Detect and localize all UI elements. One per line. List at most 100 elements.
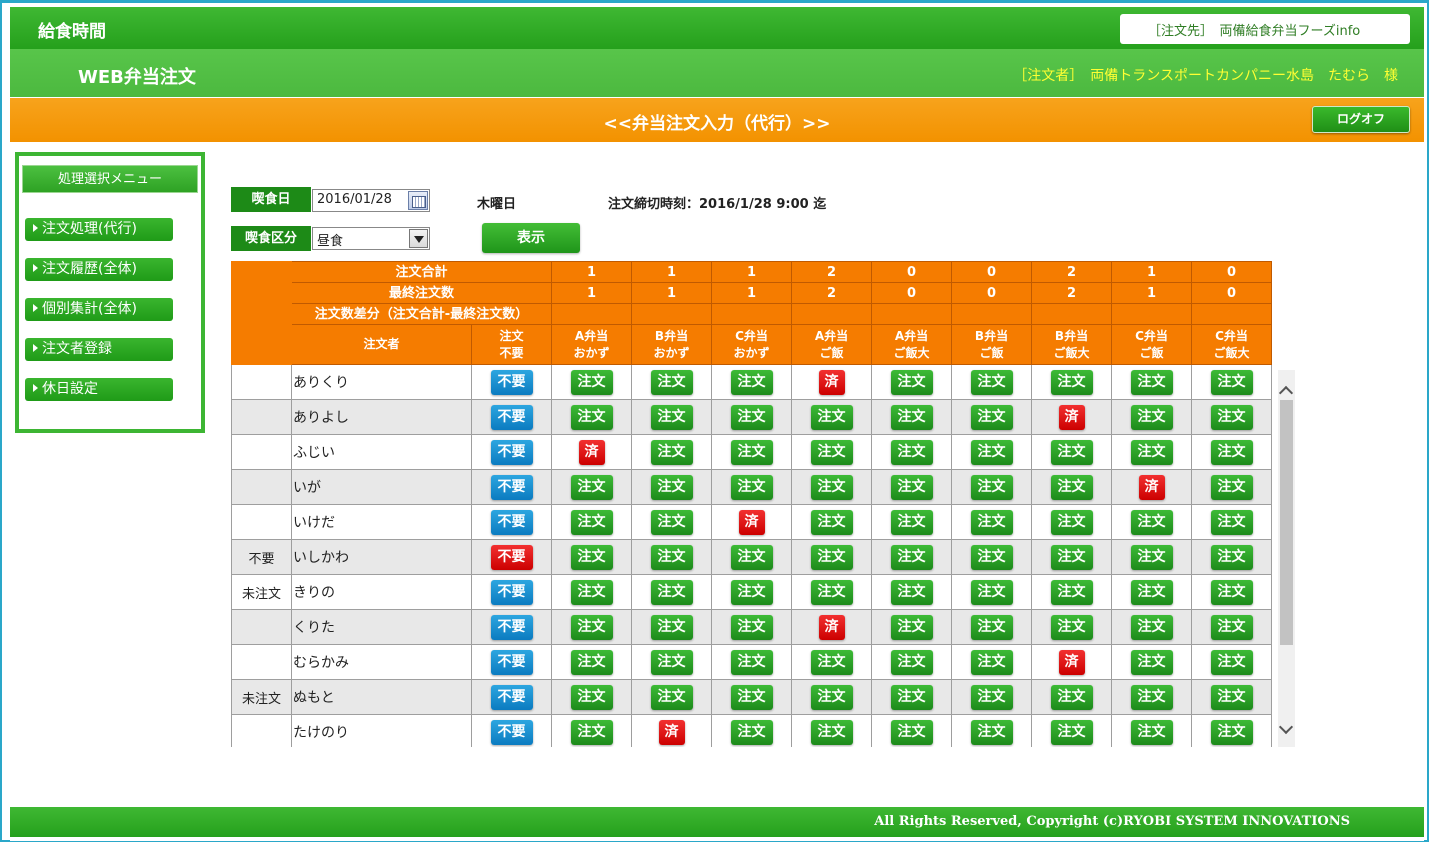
vertical-scrollbar[interactable] (1278, 370, 1295, 747)
order-button[interactable]: 注文 (970, 369, 1013, 395)
done-badge[interactable]: 済 (658, 719, 685, 745)
scroll-down-icon[interactable] (1278, 719, 1294, 735)
order-button[interactable]: 注文 (650, 649, 693, 675)
order-button[interactable]: 注文 (890, 439, 933, 465)
order-button[interactable]: 注文 (730, 579, 773, 605)
none-button[interactable]: 不要 (490, 614, 533, 640)
order-button[interactable]: 注文 (650, 684, 693, 710)
logoff-button[interactable]: ログオフ (1312, 106, 1410, 133)
order-button[interactable]: 注文 (570, 404, 613, 430)
order-button[interactable]: 注文 (1050, 474, 1093, 500)
scroll-up-icon[interactable] (1278, 385, 1294, 401)
order-button[interactable]: 注文 (1130, 579, 1173, 605)
order-button[interactable]: 注文 (890, 369, 933, 395)
order-button[interactable]: 注文 (810, 579, 853, 605)
order-button[interactable]: 注文 (890, 579, 933, 605)
sidebar-item-holiday[interactable]: 休日設定 (25, 378, 173, 401)
order-button[interactable]: 注文 (570, 544, 613, 570)
order-button[interactable]: 注文 (570, 684, 613, 710)
order-button[interactable]: 注文 (1210, 614, 1253, 640)
order-button[interactable]: 注文 (890, 719, 933, 745)
none-button[interactable]: 不要 (490, 649, 533, 675)
order-button[interactable]: 注文 (1130, 509, 1173, 535)
none-button[interactable]: 不要 (490, 509, 533, 535)
order-button[interactable]: 注文 (1210, 509, 1253, 535)
order-button[interactable]: 注文 (810, 474, 853, 500)
order-button[interactable]: 注文 (730, 649, 773, 675)
order-button[interactable]: 注文 (890, 404, 933, 430)
order-button[interactable]: 注文 (650, 614, 693, 640)
order-button[interactable]: 注文 (1210, 579, 1253, 605)
order-button[interactable]: 注文 (970, 474, 1013, 500)
order-button[interactable]: 注文 (1130, 439, 1173, 465)
order-button[interactable]: 注文 (1130, 369, 1173, 395)
done-badge[interactable]: 済 (1058, 649, 1085, 675)
order-button[interactable]: 注文 (650, 439, 693, 465)
order-button[interactable]: 注文 (1130, 649, 1173, 675)
order-button[interactable]: 注文 (1210, 404, 1253, 430)
order-button[interactable]: 注文 (970, 404, 1013, 430)
order-button[interactable]: 注文 (810, 649, 853, 675)
order-button[interactable]: 注文 (730, 684, 773, 710)
order-button[interactable]: 注文 (810, 404, 853, 430)
order-button[interactable]: 注文 (730, 369, 773, 395)
order-button[interactable]: 注文 (1130, 404, 1173, 430)
none-button[interactable]: 不要 (490, 579, 533, 605)
order-button[interactable]: 注文 (1130, 614, 1173, 640)
order-button[interactable]: 注文 (1210, 719, 1253, 745)
order-button[interactable]: 注文 (970, 684, 1013, 710)
order-button[interactable]: 注文 (650, 544, 693, 570)
order-button[interactable]: 注文 (650, 369, 693, 395)
sidebar-item-order-proxy[interactable]: 注文処理(代行) (25, 218, 173, 241)
none-button[interactable]: 不要 (490, 474, 533, 500)
order-button[interactable]: 注文 (1130, 684, 1173, 710)
order-button[interactable]: 注文 (730, 439, 773, 465)
order-button[interactable]: 注文 (570, 649, 613, 675)
order-button[interactable]: 注文 (810, 439, 853, 465)
order-button[interactable]: 注文 (890, 544, 933, 570)
order-button[interactable]: 注文 (1050, 684, 1093, 710)
none-button[interactable]: 不要 (490, 684, 533, 710)
order-button[interactable]: 注文 (970, 544, 1013, 570)
sidebar-item-history[interactable]: 注文履歴(全体) (25, 258, 173, 281)
sidebar-item-register[interactable]: 注文者登録 (25, 338, 173, 361)
none-button[interactable]: 不要 (490, 719, 533, 745)
order-button[interactable]: 注文 (1050, 439, 1093, 465)
order-button[interactable]: 注文 (890, 614, 933, 640)
done-badge[interactable]: 済 (578, 439, 605, 465)
order-button[interactable]: 注文 (970, 649, 1013, 675)
order-button[interactable]: 注文 (1210, 369, 1253, 395)
order-button[interactable]: 注文 (810, 719, 853, 745)
order-button[interactable]: 注文 (1050, 509, 1093, 535)
none-button[interactable]: 不要 (490, 404, 533, 430)
order-button[interactable]: 注文 (730, 614, 773, 640)
order-button[interactable]: 注文 (570, 579, 613, 605)
order-button[interactable]: 注文 (1130, 719, 1173, 745)
order-button[interactable]: 注文 (1050, 614, 1093, 640)
order-button[interactable]: 注文 (570, 719, 613, 745)
order-button[interactable]: 注文 (970, 719, 1013, 745)
order-button[interactable]: 注文 (1050, 719, 1093, 745)
order-button[interactable]: 注文 (890, 649, 933, 675)
order-button[interactable]: 注文 (970, 614, 1013, 640)
done-badge[interactable]: 済 (1058, 404, 1085, 430)
order-button[interactable]: 注文 (570, 614, 613, 640)
order-button[interactable]: 注文 (730, 474, 773, 500)
scroll-thumb[interactable] (1280, 400, 1293, 645)
order-button[interactable]: 注文 (570, 369, 613, 395)
order-button[interactable]: 注文 (650, 509, 693, 535)
order-button[interactable]: 注文 (890, 684, 933, 710)
done-badge[interactable]: 済 (818, 614, 845, 640)
order-button[interactable]: 注文 (570, 509, 613, 535)
order-button[interactable]: 注文 (730, 544, 773, 570)
none-button[interactable]: 不要 (490, 544, 533, 570)
order-button[interactable]: 注文 (730, 719, 773, 745)
order-button[interactable]: 注文 (1210, 649, 1253, 675)
order-button[interactable]: 注文 (1050, 579, 1093, 605)
order-button[interactable]: 注文 (890, 509, 933, 535)
order-button[interactable]: 注文 (970, 509, 1013, 535)
order-button[interactable]: 注文 (810, 509, 853, 535)
order-button[interactable]: 注文 (1210, 684, 1253, 710)
order-button[interactable]: 注文 (570, 474, 613, 500)
order-button[interactable]: 注文 (650, 579, 693, 605)
